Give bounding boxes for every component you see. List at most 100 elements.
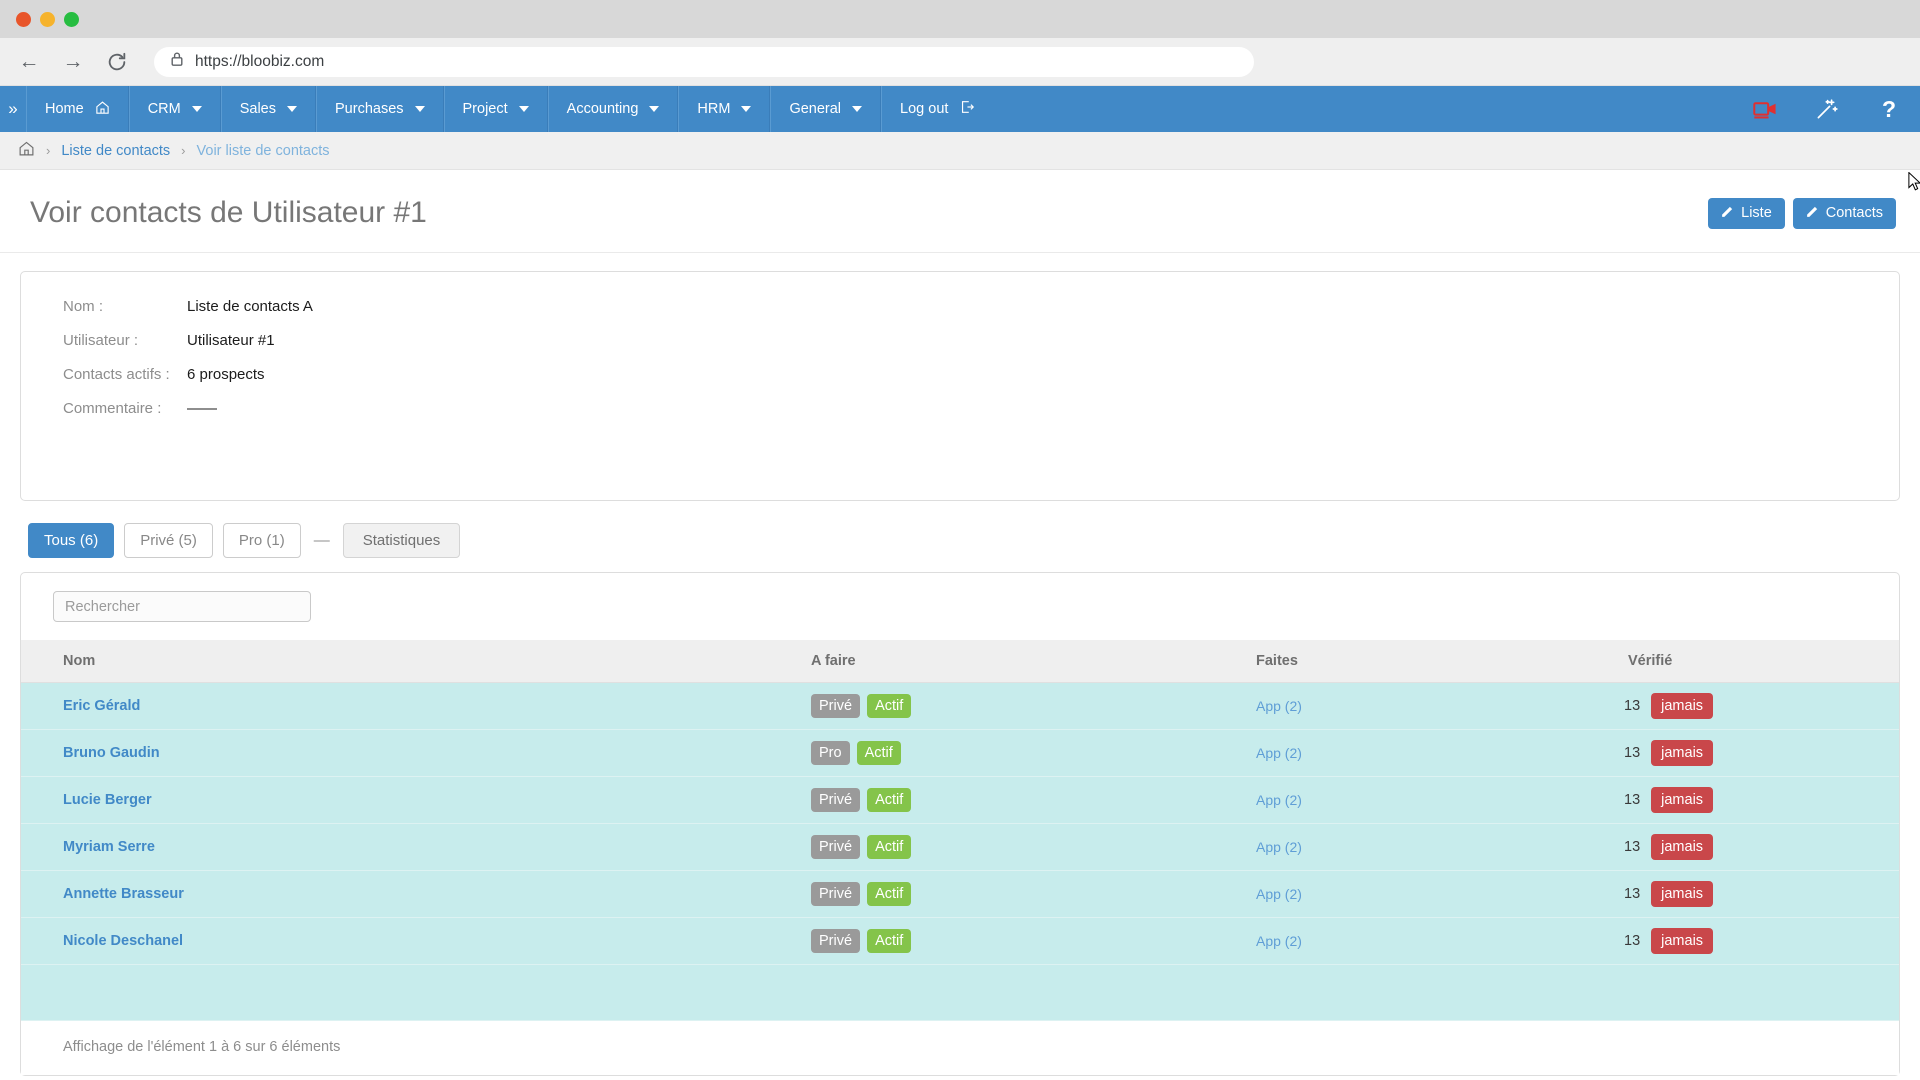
faites-link[interactable]: App (2): [1256, 886, 1302, 902]
mouse-cursor: [1908, 172, 1920, 191]
cell-a-faire: Privé Actif: [811, 777, 1256, 824]
nav-item-label: Purchases: [335, 101, 404, 117]
magic-wand-icon[interactable]: [1796, 86, 1858, 132]
breadcrumb-parent-link[interactable]: Liste de contacts: [61, 143, 170, 159]
contact-link[interactable]: Lucie Berger: [63, 792, 152, 808]
page-header-actions: Liste Contacts: [1708, 197, 1896, 229]
pencil-icon: [1721, 205, 1734, 222]
chevron-down-icon: [649, 106, 660, 112]
url-text: https://bloobiz.com: [195, 52, 325, 70]
search-input[interactable]: [53, 591, 311, 622]
faites-link[interactable]: App (2): [1256, 698, 1302, 714]
window-maximize-button[interactable]: [64, 11, 79, 27]
video-record-icon[interactable]: [1734, 86, 1796, 132]
cell-faites: App (2): [1256, 730, 1624, 777]
badge-statut: Actif: [867, 694, 912, 718]
tab-prive[interactable]: Privé (5): [124, 523, 213, 558]
pencil-icon: [1806, 205, 1819, 222]
table-row[interactable]: Annette Brasseur Privé Actif App (2) 13 …: [21, 870, 1899, 918]
back-icon[interactable]: ←: [16, 49, 42, 75]
nav-item-label: Home: [45, 101, 84, 117]
contacts-table-panel: Nom A faire Faites Vérifié Eric Gérald P…: [20, 572, 1900, 1076]
statistiques-button[interactable]: Statistiques: [342, 523, 461, 558]
faites-link[interactable]: App (2): [1256, 933, 1302, 949]
faites-link[interactable]: App (2): [1256, 745, 1302, 761]
breadcrumb-home-icon[interactable]: [18, 140, 35, 161]
cell-nom: Bruno Gaudin: [21, 730, 811, 777]
badge-verifie: jamais: [1651, 740, 1714, 766]
nav-item-label: Accounting: [566, 101, 639, 117]
column-header-faites[interactable]: Faites: [1256, 640, 1624, 683]
contact-link[interactable]: Eric Gérald: [63, 698, 140, 714]
nav-item-accounting[interactable]: Accounting: [547, 86, 679, 132]
info-value: Liste de contacts A: [187, 298, 313, 315]
window-close-button[interactable]: [16, 11, 31, 27]
tab-pro[interactable]: Pro (1): [222, 523, 301, 558]
nav-item-project[interactable]: Project: [443, 86, 548, 132]
table-row[interactable]: Bruno Gaudin Pro Actif App (2) 13 jamais: [21, 729, 1899, 777]
nav-item-home[interactable]: Home: [26, 86, 129, 132]
cell-nom: Lucie Berger: [21, 777, 811, 824]
forward-icon[interactable]: →: [60, 49, 86, 75]
info-label: Utilisateur :: [63, 332, 139, 349]
table-row[interactable]: Lucie Berger Privé Actif App (2) 13 jama…: [21, 776, 1899, 824]
badge-type: Privé: [811, 694, 861, 718]
info-value: Utilisateur #1: [187, 332, 275, 349]
contact-link[interactable]: Annette Brasseur: [63, 886, 184, 902]
column-header-a-faire[interactable]: A faire: [811, 640, 1256, 683]
edit-contacts-button[interactable]: Contacts: [1792, 197, 1896, 229]
info-value: 6 prospects: [187, 366, 265, 383]
nav-item-purchases[interactable]: Purchases: [316, 86, 444, 132]
info-row-utilisateur: Utilisateur : Utilisateur #1: [63, 332, 1879, 349]
window-minimize-button[interactable]: [40, 11, 55, 27]
badge-verifie: jamais: [1651, 881, 1714, 907]
info-row-contacts-actifs: Contacts actifs : 6 prospects: [63, 366, 1879, 383]
cell-nom: Annette Brasseur: [21, 871, 811, 918]
verifie-count: 13: [1624, 745, 1641, 761]
faites-link[interactable]: App (2): [1256, 792, 1302, 808]
home-icon: [95, 100, 110, 119]
tab-tous[interactable]: Tous (6): [28, 523, 115, 558]
chevron-down-icon: [287, 106, 297, 112]
nav-item-crm[interactable]: CRM: [128, 86, 221, 132]
badge-statut: Actif: [867, 788, 912, 812]
contact-link[interactable]: Bruno Gaudin: [63, 745, 160, 761]
verifie-count: 13: [1624, 839, 1641, 855]
cell-faites: App (2): [1256, 683, 1624, 730]
browser-titlebar: [0, 0, 1920, 38]
help-icon[interactable]: ?: [1858, 86, 1920, 132]
column-header-nom[interactable]: Nom: [21, 640, 811, 683]
reload-icon[interactable]: [104, 49, 130, 75]
badge-statut: Actif: [856, 741, 901, 765]
nav-item-sales[interactable]: Sales: [220, 86, 316, 132]
cell-nom: Myriam Serre: [21, 824, 811, 871]
verifie-count: 13: [1624, 698, 1641, 714]
cell-verifie: 13 jamais: [1624, 871, 1899, 918]
edit-contacts-label: Contacts: [1825, 205, 1883, 221]
cell-verifie: 13 jamais: [1624, 824, 1899, 871]
faites-link[interactable]: App (2): [1256, 839, 1302, 855]
table-row[interactable]: Eric Gérald Privé Actif App (2) 13 jamai…: [21, 682, 1899, 730]
url-bar[interactable]: https://bloobiz.com: [154, 46, 1254, 77]
cell-faites: App (2): [1256, 824, 1624, 871]
column-header-verifie[interactable]: Vérifié: [1624, 640, 1899, 683]
breadcrumb-separator: ›: [181, 143, 186, 158]
cell-a-faire: Pro Actif: [811, 730, 1256, 777]
nav-item-label: HRM: [697, 101, 731, 117]
contact-link[interactable]: Nicole Deschanel: [63, 933, 183, 949]
edit-liste-label: Liste: [1741, 205, 1772, 221]
badge-type: Pro: [811, 741, 850, 765]
nav-item-logout[interactable]: Log out: [881, 86, 993, 132]
nav-item-hrm[interactable]: HRM: [678, 86, 771, 132]
table-row[interactable]: Myriam Serre Privé Actif App (2) 13 jama…: [21, 823, 1899, 871]
nav-item-general[interactable]: General: [770, 86, 882, 132]
info-row-nom: Nom : Liste de contacts A: [63, 298, 1879, 315]
contact-link[interactable]: Myriam Serre: [63, 839, 155, 855]
tabs-separator: —: [313, 531, 330, 549]
cell-verifie: 13 jamais: [1624, 730, 1899, 777]
nav-item-label: Sales: [239, 101, 276, 117]
edit-liste-button[interactable]: Liste: [1708, 197, 1785, 229]
expand-sidebar-icon[interactable]: »: [0, 86, 26, 132]
table-row[interactable]: Nicole Deschanel Privé Actif App (2) 13 …: [21, 917, 1899, 965]
lock-icon: [170, 51, 184, 72]
